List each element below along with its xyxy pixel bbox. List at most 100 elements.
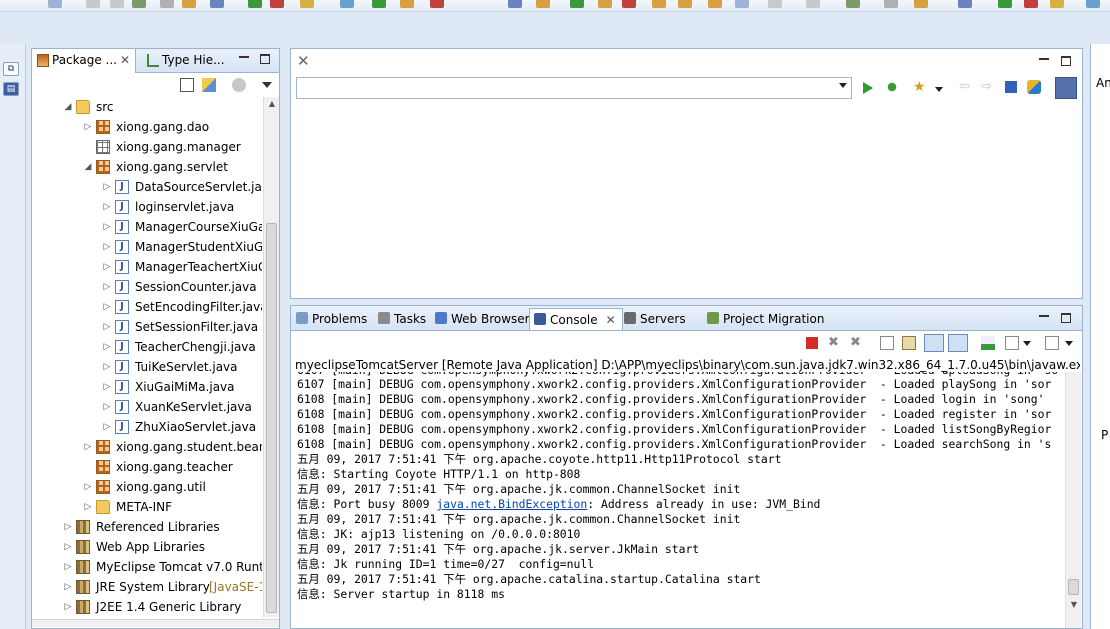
toolbar-icon[interactable] [86, 0, 100, 8]
tree-item[interactable]: ▷ Jloginservlet.java [32, 197, 262, 217]
tree-item[interactable]: ▷ J TuiKeServlet.java [32, 357, 262, 377]
tree-item[interactable]: ▷J DataSourceServlet.java [32, 177, 262, 197]
chevron-right-icon[interactable]: ▷ [102, 257, 112, 277]
tree-item[interactable]: ▷ J ManagerStudentXiuGai [32, 237, 262, 257]
tree-item[interactable]: ▷ xiong.gang.student.bean [32, 437, 262, 457]
chevron-right-icon[interactable]: ▷ [102, 417, 112, 437]
toolbar-icon[interactable] [536, 0, 550, 8]
chevron-right-icon[interactable]: ▷ [102, 357, 112, 377]
chevron-right-icon[interactable]: ▷ [102, 197, 112, 217]
tab-type-hierarchy[interactable]: Type Hie... [142, 49, 242, 73]
tree-item[interactable]: ▷ xiong.gang.dao [32, 117, 262, 137]
tree-item[interactable]: ▷ J XuanKeServlet.java [32, 397, 262, 417]
tree-item[interactable]: ▷ J2EE 1.4 Generic Library [32, 597, 262, 617]
maximize-icon[interactable] [1061, 56, 1071, 66]
star-icon[interactable]: ★ [913, 80, 927, 94]
scroll-thumb[interactable] [266, 223, 277, 613]
tree-item[interactable]: ▷ Referenced Libraries [32, 517, 262, 537]
tree-item[interactable]: ▷ META-INF [32, 497, 262, 517]
toolbar-icon[interactable] [270, 0, 284, 8]
toolbar-icon[interactable] [340, 0, 354, 8]
toolbar-icon[interactable] [768, 0, 782, 8]
minimize-icon[interactable] [1039, 56, 1049, 60]
restore-icon[interactable]: ⧉ [3, 62, 19, 76]
toolbar-icon[interactable] [598, 0, 612, 8]
view-menu-icon[interactable] [262, 82, 272, 88]
tab-web-browser[interactable]: Web Browser [431, 308, 530, 330]
tree-item[interactable]: ◢ xiong.gang.servlet [32, 157, 262, 177]
chevron-right-icon[interactable]: ▷ [63, 537, 73, 557]
tree-item[interactable]: ▷ J SessionCounter.java [32, 277, 262, 297]
toolbar-icon[interactable] [400, 0, 414, 8]
tree-item[interactable]: xiong.gang.manager [32, 137, 262, 157]
display-console-icon[interactable] [1005, 336, 1019, 350]
toolbar-icon[interactable] [998, 0, 1012, 8]
toolbar-icon[interactable] [884, 0, 898, 8]
chevron-down-icon[interactable]: ◢ [83, 157, 93, 177]
refresh-icon[interactable] [1027, 80, 1041, 94]
tree-horizontal-scrollbar[interactable] [32, 619, 279, 627]
tab-package-explorer[interactable]: Package ... ✕ [32, 49, 136, 73]
pin-console-icon[interactable] [981, 336, 995, 350]
toolbar-icon[interactable] [708, 0, 722, 8]
close-icon[interactable]: ✕ [606, 309, 616, 331]
toolbar-icon[interactable] [1024, 0, 1038, 8]
tab-project-migration[interactable]: Project Migration [703, 308, 824, 330]
back-icon[interactable]: ⇦ [959, 80, 973, 94]
tree-item[interactable]: ▷ J SetSessionFilter.java [32, 317, 262, 337]
chevron-right-icon[interactable]: ▷ [102, 377, 112, 397]
toolbar-icon[interactable] [570, 0, 584, 8]
tree-item[interactable]: xiong.gang.teacher [32, 457, 262, 477]
chevron-right-icon[interactable]: ▷ [102, 297, 112, 317]
chevron-right-icon[interactable]: ▷ [102, 397, 112, 417]
tree-item[interactable]: ▷ J ZhuXiaoServlet.java [32, 417, 262, 437]
remove-launch-icon[interactable]: ✖ [828, 336, 842, 350]
open-console-icon[interactable] [1045, 336, 1059, 350]
maximize-icon[interactable] [1061, 313, 1071, 323]
toolbar-icon[interactable] [958, 0, 972, 8]
tree-item[interactable]: ▷ xiong.gang.util [32, 477, 262, 497]
debug-icon[interactable] [885, 80, 899, 94]
chevron-right-icon[interactable]: ▷ [63, 597, 73, 617]
toolbar-icon[interactable] [248, 0, 262, 8]
toolbar-icon[interactable] [508, 0, 522, 8]
toolbar-icon[interactable] [622, 0, 636, 8]
toolbar-icon[interactable] [48, 0, 62, 8]
stop-icon[interactable] [1005, 81, 1017, 93]
chevron-right-icon[interactable]: ▷ [83, 497, 93, 517]
chevron-right-icon[interactable]: ▷ [63, 557, 73, 577]
toolbar-icon[interactable] [806, 0, 820, 8]
tab-servers[interactable]: Servers [620, 308, 686, 330]
tab-problems[interactable]: Problems [292, 308, 367, 330]
terminate-icon[interactable] [806, 337, 818, 349]
maximize-icon[interactable] [260, 54, 270, 64]
chevron-right-icon[interactable]: ▷ [102, 237, 112, 257]
tree-item[interactable]: ◢ src [32, 97, 262, 117]
toolbar-icon[interactable] [210, 0, 224, 8]
run-icon[interactable] [863, 82, 873, 94]
chevron-right-icon[interactable]: ▷ [83, 437, 93, 457]
toolbar-icon[interactable] [430, 0, 444, 8]
tree-item[interactable]: ▷ Web App Libraries [32, 537, 262, 557]
minimize-icon[interactable] [1039, 313, 1049, 317]
tree-item[interactable]: ▷ J ManagerCourseXiuGai [32, 217, 262, 237]
chevron-right-icon[interactable]: ▷ [83, 477, 93, 497]
tree-item[interactable]: ▷ JRE System Library [JavaSE-1 [32, 577, 262, 597]
chevron-right-icon[interactable]: ▷ [102, 177, 112, 197]
toolbar-icon[interactable] [652, 0, 666, 8]
scroll-up-icon[interactable]: ▲ [264, 97, 280, 111]
toolbar-icon[interactable] [372, 0, 386, 8]
tree-item[interactable]: ▷ J SetEncodingFilter.java [32, 297, 262, 317]
chevron-right-icon[interactable]: ▷ [83, 117, 93, 137]
collapse-all-icon[interactable] [180, 78, 194, 92]
scroll-down-icon[interactable]: ▼ [1066, 598, 1082, 612]
chevron-down-icon[interactable] [1065, 341, 1073, 346]
chevron-right-icon[interactable]: ▷ [102, 217, 112, 237]
console-vertical-scrollbar[interactable]: ▼ [1065, 372, 1081, 628]
toolbar-icon[interactable] [846, 0, 860, 8]
chevron-down-icon[interactable]: ◢ [63, 97, 73, 117]
tree-item[interactable]: ▷J ManagerTeachertXiuGai [32, 257, 262, 277]
toolbar-icon[interactable] [678, 0, 692, 8]
remove-all-icon[interactable]: ✖ [850, 336, 864, 350]
show-on-output-icon[interactable] [924, 334, 944, 352]
